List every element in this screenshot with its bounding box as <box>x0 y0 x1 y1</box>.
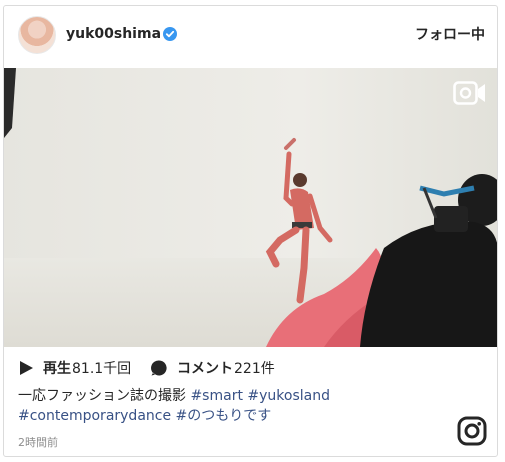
comment-bubble-icon[interactable] <box>150 359 168 377</box>
hashtag-link[interactable]: #のつもりです <box>176 408 272 424</box>
post-header: yuk00shima フォロー中 <box>4 6 497 66</box>
verified-badge-icon <box>163 27 177 41</box>
views-count: 81.1千回 <box>72 361 132 377</box>
video-camera-icon <box>453 81 485 105</box>
username-link[interactable]: yuk00shima <box>66 26 161 42</box>
play-icon[interactable] <box>18 360 34 376</box>
comments-count: 221件 <box>234 361 275 377</box>
following-button[interactable]: フォロー中 <box>415 24 485 44</box>
hashtag-link[interactable]: #smart <box>190 388 243 404</box>
caption-text: 一応ファッション誌の撮影 <box>18 388 186 404</box>
instagram-embed-card: yuk00shima フォロー中 再生 81.1千回 コメント 221件 一応フ… <box>3 5 498 457</box>
video-frame <box>4 68 497 347</box>
instagram-logo-icon[interactable] <box>457 416 487 446</box>
post-caption: 一応ファッション誌の撮影 #smart #yukosland #contempo… <box>18 386 483 426</box>
views-label: 再生 <box>43 361 71 377</box>
hashtag-link[interactable]: #contemporarydance <box>18 408 171 424</box>
comments-stat[interactable]: コメント 221件 <box>150 358 275 378</box>
comments-label: コメント <box>177 361 233 377</box>
avatar[interactable] <box>18 16 56 54</box>
views-stat: 再生 81.1千回 <box>18 358 131 378</box>
video-media[interactable] <box>4 68 497 347</box>
hashtag-link[interactable]: #yukosland <box>247 388 330 404</box>
post-timestamp[interactable]: 2時間前 <box>18 434 58 450</box>
